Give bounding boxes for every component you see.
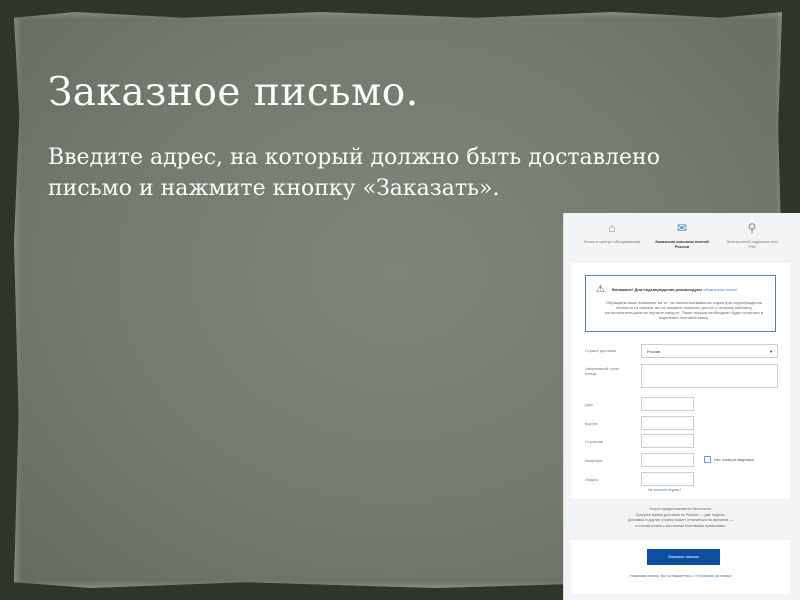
slide-title: Заказное письмо. <box>48 70 419 115</box>
city-label: Населенный пункт, улица <box>585 366 621 376</box>
warning-icon: ⚠ <box>596 284 605 295</box>
tab-label: Электронной подписью или УЭК <box>726 239 778 249</box>
no-apartment-checkbox[interactable] <box>704 456 711 463</box>
no-apartment-label: Нет номера квартиры <box>714 457 755 462</box>
service-center-icon: ⌂ <box>608 221 616 235</box>
apartment-input[interactable] <box>641 453 694 467</box>
visit-in-person-link[interactable]: обратиться лично! <box>703 287 737 292</box>
dropdown-arrow-icon: ▼ <box>769 349 773 354</box>
tab-service-center[interactable]: ⌂ Лично в центре обслуживания <box>582 221 642 244</box>
forgot-index-link[interactable]: Не помните индекс? <box>648 488 681 492</box>
usb-key-icon: ⚲ <box>747 221 757 235</box>
envelope-icon: ✉ <box>676 221 688 235</box>
country-value: Россия <box>647 349 661 354</box>
index-label: Индекс <box>585 477 599 482</box>
apartment-label: Квартира <box>585 458 603 463</box>
index-input[interactable] <box>641 472 694 486</box>
city-street-input[interactable] <box>641 364 778 388</box>
agree-text: Нажимая кнопку, вы соглашаетесь с <box>629 574 694 578</box>
structure-label: Строение <box>585 439 604 444</box>
delivery-info: Услуга предоставляется бесплатно. Средне… <box>571 500 790 540</box>
tab-e-signature[interactable]: ⚲ Электронной подписью или УЭК <box>722 221 782 249</box>
info-line: в соответствии с местными почтовыми прав… <box>635 523 726 528</box>
delivery-terms-link[interactable]: Условиями доставки <box>695 574 731 578</box>
order-letter-button[interactable]: Заказать письмо <box>647 549 720 565</box>
warning-text: Обращаем ваше внимание на то, что воспол… <box>604 300 764 320</box>
warning-title: Внимание! Для подтверждения рекомендуем <box>612 287 703 292</box>
structure-input[interactable] <box>641 434 694 448</box>
building-input[interactable] <box>641 416 694 430</box>
slide-body: Введите адрес, на который должно быть до… <box>48 145 660 201</box>
address-form-card: ⚠ Внимание! Для подтверждения рекомендуе… <box>571 263 790 499</box>
warning-box: ⚠ Внимание! Для подтверждения рекомендуе… <box>585 275 776 332</box>
embedded-screenshot: ⌂ Лично в центре обслуживания ✉ Заказным… <box>563 213 800 600</box>
house-input[interactable] <box>641 397 694 411</box>
country-label: Страна доставки <box>585 348 617 353</box>
submit-card: Заказать письмо Нажимая кнопку, вы согла… <box>571 540 790 594</box>
tab-label: Заказным письмом почтой России <box>655 239 709 249</box>
tab-label: Лично в центре обслуживания <box>583 239 641 244</box>
house-label: Дом <box>585 402 593 407</box>
country-select[interactable]: Россия ▼ <box>641 344 778 358</box>
building-label: Корпус <box>585 421 598 426</box>
tab-registered-mail[interactable]: ✉ Заказным письмом почтой России <box>652 221 712 249</box>
delivery-method-tabs: ⌂ Лично в центре обслуживания ✉ Заказным… <box>564 213 800 260</box>
